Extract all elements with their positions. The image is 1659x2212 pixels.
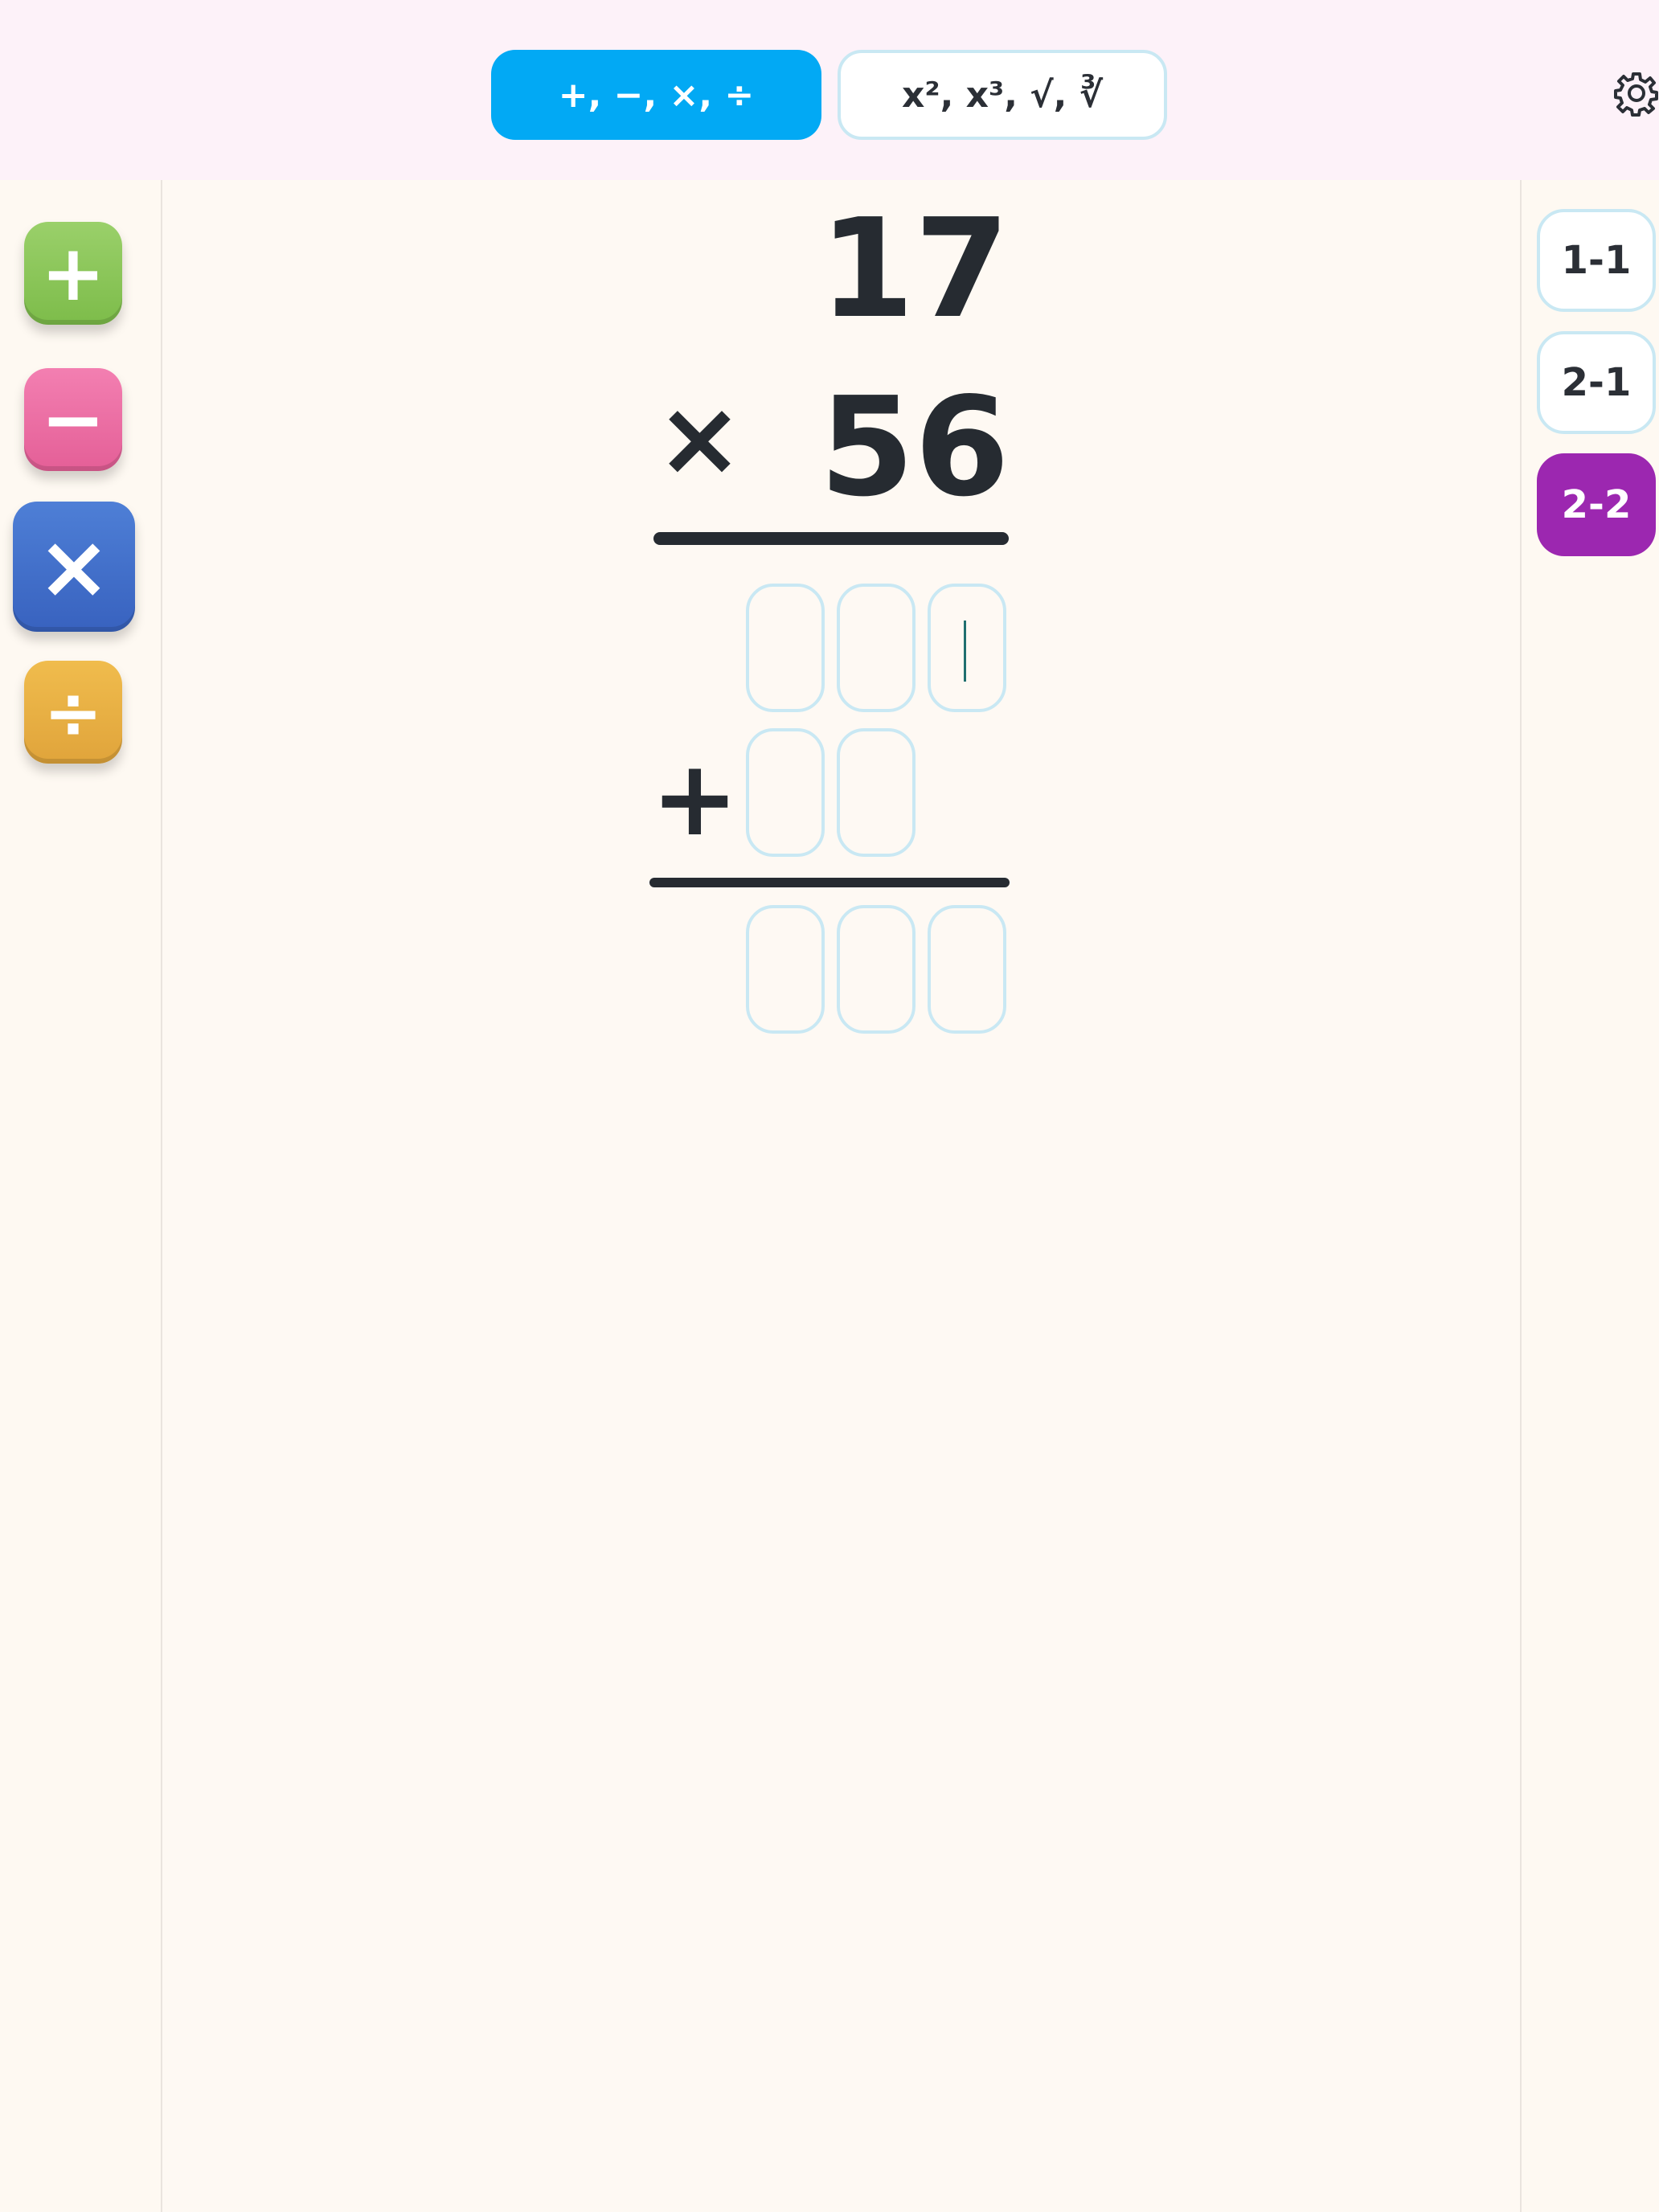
level-button-1-1[interactable]: 1-1 (1537, 209, 1656, 312)
result-ones[interactable] (928, 905, 1006, 1034)
multiplication-line (653, 532, 1009, 545)
plus-icon: + (40, 228, 106, 318)
partial-product-1-hundreds[interactable] (746, 584, 825, 712)
settings-button[interactable] (1612, 69, 1659, 117)
mode-tab-basic-operations[interactable]: +, −, ×, ÷ (491, 50, 821, 140)
divide-operation-button[interactable]: ÷ (24, 661, 122, 764)
result-tens[interactable] (837, 905, 916, 1034)
partial-product-2-tens[interactable] (837, 728, 916, 857)
addition-sign: + (651, 737, 739, 859)
add-operation-button[interactable]: + (24, 222, 122, 325)
result-hundreds[interactable] (746, 905, 825, 1034)
addition-line (649, 878, 1010, 887)
partial-product-2-hundreds[interactable] (746, 728, 825, 857)
partial-product-1-tens[interactable] (837, 584, 916, 712)
subtract-operation-button[interactable]: − (24, 368, 122, 471)
text-cursor (964, 621, 966, 682)
times-icon: × (36, 515, 112, 618)
multiplier: 56 (819, 368, 1010, 527)
level-button-2-1[interactable]: 2-1 (1537, 331, 1656, 434)
level-button-2-2[interactable]: 2-2 (1537, 453, 1656, 556)
multiply-operation-button[interactable]: × (13, 502, 135, 632)
operations-panel (0, 180, 162, 2212)
multiply-sign: × (656, 377, 743, 499)
divide-icon: ÷ (43, 670, 103, 754)
mode-tab-powers-roots[interactable]: x², x³, √, ∛ (838, 50, 1167, 140)
multiplicand: 17 (819, 190, 1010, 349)
partial-product-1-ones[interactable] (928, 584, 1006, 712)
top-bar: +, −, ×, ÷ x², x³, √, ∛ (0, 0, 1659, 180)
minus-icon: − (40, 375, 106, 465)
gear-icon (1614, 72, 1658, 117)
